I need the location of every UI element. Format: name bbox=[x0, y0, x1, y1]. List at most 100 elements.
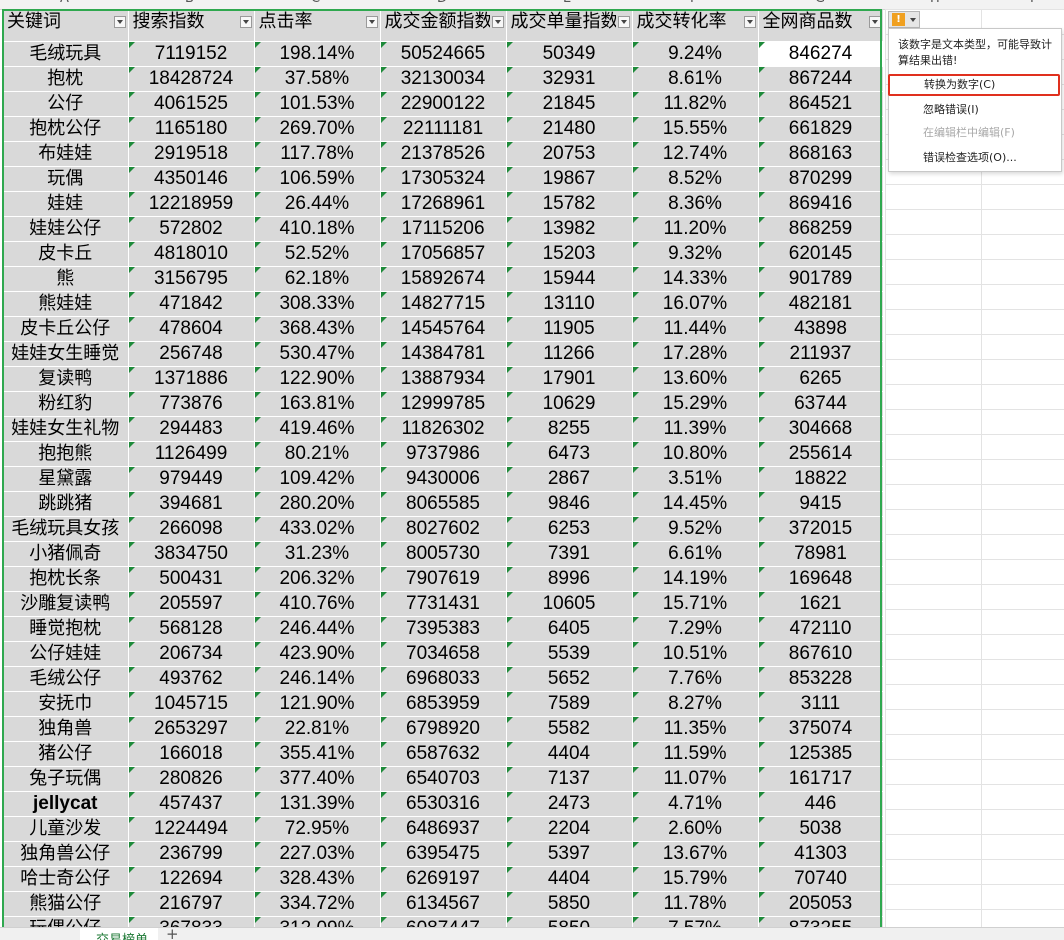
table-cell[interactable]: 620145 bbox=[758, 241, 884, 267]
table-cell[interactable]: 17115206 bbox=[380, 216, 507, 242]
table-cell[interactable]: 6269197 bbox=[380, 866, 507, 892]
column-letter-h[interactable]: H bbox=[930, 0, 940, 6]
table-cell[interactable]: 6853959 bbox=[380, 691, 507, 717]
table-cell[interactable]: 6473 bbox=[506, 441, 633, 467]
table-cell[interactable]: 娃娃女生礼物 bbox=[3, 416, 129, 442]
table-cell[interactable]: 21845 bbox=[506, 91, 633, 117]
table-cell[interactable]: 10.51% bbox=[632, 641, 759, 667]
table-cell[interactable]: 255614 bbox=[758, 441, 884, 467]
table-cell[interactable]: 15.71% bbox=[632, 591, 759, 617]
table-cell[interactable]: 19867 bbox=[506, 166, 633, 192]
add-sheet-button[interactable]: + bbox=[166, 928, 179, 940]
table-cell[interactable]: 394681 bbox=[128, 491, 255, 517]
table-cell[interactable]: 熊猫公仔 bbox=[3, 891, 129, 917]
table-cell[interactable]: 14827715 bbox=[380, 291, 507, 317]
table-cell[interactable]: 500431 bbox=[128, 566, 255, 592]
table-cell[interactable]: 62.18% bbox=[254, 266, 381, 292]
table-cell[interactable]: 14545764 bbox=[380, 316, 507, 342]
table-cell[interactable]: 8027602 bbox=[380, 516, 507, 542]
table-cell[interactable]: 32130034 bbox=[380, 66, 507, 92]
sheet-tab-trade-ranking[interactable]: 交易榜单 bbox=[80, 928, 158, 940]
table-cell[interactable]: 娃娃公仔 bbox=[3, 216, 129, 242]
table-cell[interactable]: 5539 bbox=[506, 641, 633, 667]
table-cell[interactable]: 小猪佩奇 bbox=[3, 541, 129, 567]
table-cell[interactable]: 7907619 bbox=[380, 566, 507, 592]
table-cell[interactable]: 106.59% bbox=[254, 166, 381, 192]
table-cell[interactable]: 1045715 bbox=[128, 691, 255, 717]
table-cell[interactable]: 21480 bbox=[506, 116, 633, 142]
column-letter-b[interactable]: B bbox=[185, 0, 194, 6]
table-cell[interactable]: 公仔 bbox=[3, 91, 129, 117]
table-cell[interactable]: 9.52% bbox=[632, 516, 759, 542]
table-cell[interactable]: 122.90% bbox=[254, 366, 381, 392]
table-cell[interactable]: 572802 bbox=[128, 216, 255, 242]
table-cell[interactable]: 6486937 bbox=[380, 816, 507, 842]
table-cell[interactable]: 毛绒玩具 bbox=[3, 41, 129, 67]
table-cell[interactable]: 20753 bbox=[506, 141, 633, 167]
table-cell[interactable]: 568128 bbox=[128, 616, 255, 642]
table-cell[interactable]: 粉红豹 bbox=[3, 391, 129, 417]
table-cell[interactable]: 8.27% bbox=[632, 691, 759, 717]
table-cell[interactable]: 独角兽 bbox=[3, 716, 129, 742]
table-cell[interactable]: 122694 bbox=[128, 866, 255, 892]
table-cell[interactable]: 471842 bbox=[128, 291, 255, 317]
table-cell[interactable]: 复读鸭 bbox=[3, 366, 129, 392]
table-cell[interactable]: 205053 bbox=[758, 891, 884, 917]
table-cell[interactable]: 256748 bbox=[128, 341, 255, 367]
table-cell[interactable]: 6265 bbox=[758, 366, 884, 392]
table-cell[interactable]: 3.51% bbox=[632, 466, 759, 492]
table-cell[interactable]: 280826 bbox=[128, 766, 255, 792]
column-letter-g[interactable]: G bbox=[815, 0, 825, 6]
column-letter-a[interactable]: A bbox=[60, 0, 69, 6]
table-cell[interactable]: 11266 bbox=[506, 341, 633, 367]
table-cell[interactable]: 7731431 bbox=[380, 591, 507, 617]
table-cell[interactable]: 472110 bbox=[758, 616, 884, 642]
table-cell[interactable]: 星黛露 bbox=[3, 466, 129, 492]
table-cell[interactable]: 846274 bbox=[758, 41, 884, 67]
table-cell[interactable]: 3156795 bbox=[128, 266, 255, 292]
table-cell[interactable]: 2867 bbox=[506, 466, 633, 492]
table-cell[interactable]: 4404 bbox=[506, 741, 633, 767]
column-letter-e[interactable]: E bbox=[563, 0, 571, 6]
table-cell[interactable]: 266098 bbox=[128, 516, 255, 542]
menu-item-error-check-options[interactable]: 错误检查选项(O)... bbox=[889, 147, 1061, 169]
table-cell[interactable]: 328.43% bbox=[254, 866, 381, 892]
table-cell[interactable]: 17305324 bbox=[380, 166, 507, 192]
table-cell[interactable]: 864521 bbox=[758, 91, 884, 117]
table-cell[interactable]: 5397 bbox=[506, 841, 633, 867]
table-cell[interactable]: 17901 bbox=[506, 366, 633, 392]
table-cell[interactable]: 15782 bbox=[506, 191, 633, 217]
table-cell[interactable]: 抱抱熊 bbox=[3, 441, 129, 467]
table-cell[interactable]: 11.44% bbox=[632, 316, 759, 342]
table-cell[interactable]: 15.55% bbox=[632, 116, 759, 142]
table-cell[interactable]: 6395475 bbox=[380, 841, 507, 867]
table-cell[interactable]: 131.39% bbox=[254, 791, 381, 817]
table-cell[interactable]: 皮卡丘 bbox=[3, 241, 129, 267]
table-cell[interactable]: 9846 bbox=[506, 491, 633, 517]
table-cell[interactable]: 32931 bbox=[506, 66, 633, 92]
table-cell[interactable]: 15892674 bbox=[380, 266, 507, 292]
table-cell[interactable]: 7137 bbox=[506, 766, 633, 792]
column-letter-c[interactable]: C bbox=[311, 0, 320, 6]
table-cell[interactable]: 1371886 bbox=[128, 366, 255, 392]
table-cell[interactable]: 抱枕 bbox=[3, 66, 129, 92]
table-cell[interactable]: 6530316 bbox=[380, 791, 507, 817]
table-cell[interactable]: 5652 bbox=[506, 666, 633, 692]
table-cell[interactable]: 抱枕长条 bbox=[3, 566, 129, 592]
table-cell[interactable]: 7119152 bbox=[128, 41, 255, 67]
table-cell[interactable]: 娃娃女生睡觉 bbox=[3, 341, 129, 367]
table-cell[interactable]: 4350146 bbox=[128, 166, 255, 192]
table-cell[interactable]: 294483 bbox=[128, 416, 255, 442]
table-cell[interactable]: 72.95% bbox=[254, 816, 381, 842]
table-cell[interactable]: 10629 bbox=[506, 391, 633, 417]
table-cell[interactable]: 11.82% bbox=[632, 91, 759, 117]
table-cell[interactable]: 31.23% bbox=[254, 541, 381, 567]
table-cell[interactable]: 6540703 bbox=[380, 766, 507, 792]
filter-dropdown-icon[interactable] bbox=[239, 16, 252, 28]
table-cell[interactable]: 毛绒玩具女孩 bbox=[3, 516, 129, 542]
table-cell[interactable]: 18822 bbox=[758, 466, 884, 492]
table-cell[interactable]: 8065585 bbox=[380, 491, 507, 517]
table-cell[interactable]: 368.43% bbox=[254, 316, 381, 342]
table-cell[interactable]: 773876 bbox=[128, 391, 255, 417]
table-cell[interactable]: 12.74% bbox=[632, 141, 759, 167]
